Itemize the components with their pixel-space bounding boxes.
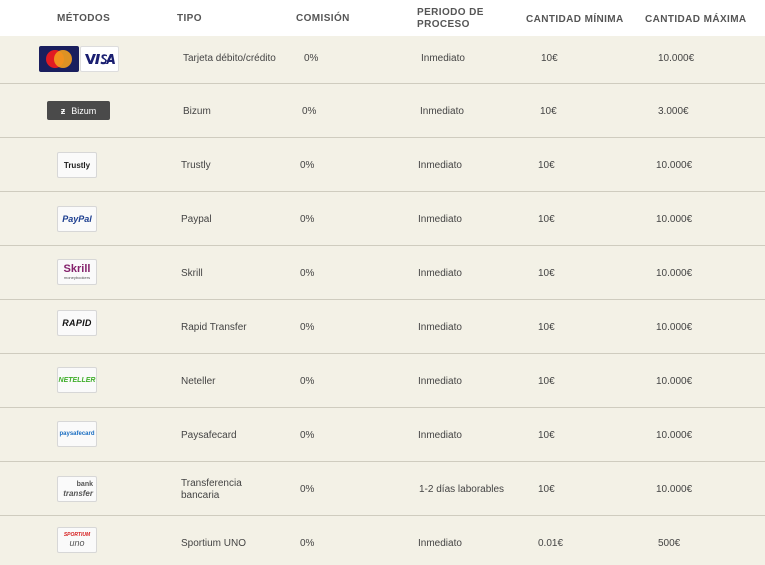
- paypal-logo: PayPal: [57, 206, 97, 232]
- min-cell: 10€: [540, 106, 557, 117]
- bizum-logo-text: Bizum: [71, 105, 97, 116]
- max-cell: 10.000€: [656, 484, 693, 495]
- periodo-cell: Inmediato: [420, 106, 464, 117]
- table-row: RAPID Rapid Transfer 0% Inmediato 10€ 10…: [0, 300, 765, 354]
- mastercard-visa-logo: [39, 46, 119, 72]
- periodo-cell: Inmediato: [418, 268, 462, 279]
- max-cell: 10.000€: [656, 430, 693, 441]
- tipo-cell: Neteller: [181, 376, 216, 387]
- table-row: Trustly Trustly 0% Inmediato 10€ 10.000€: [0, 138, 765, 192]
- max-cell: 10.000€: [656, 214, 693, 225]
- comision-cell: 0%: [300, 214, 315, 225]
- skrill-logo-sub: moneybookers: [63, 275, 91, 280]
- trustly-logo-text: Trustly: [63, 160, 91, 170]
- periodo-cell: Inmediato: [418, 214, 462, 225]
- bank-transfer-logo-text2: transfer: [63, 488, 93, 498]
- tipo-cell: Rapid Transfer: [181, 322, 247, 333]
- periodo-cell: Inmediato: [418, 160, 462, 171]
- table-row: NETELLER Neteller 0% Inmediato 10€ 10.00…: [0, 354, 765, 408]
- skrill-logo-text: Skrill: [63, 263, 91, 275]
- max-cell: 10.000€: [658, 53, 695, 64]
- paysafecard-logo: paysafecard: [57, 421, 97, 447]
- table-row: ƶ Bizum Bizum 0% Inmediato 10€ 3.000€: [0, 84, 765, 138]
- min-cell: 10€: [538, 430, 555, 441]
- periodo-cell: 1-2 días laborables: [419, 484, 505, 495]
- mastercard-icon: [39, 46, 79, 72]
- min-cell: 10€: [538, 484, 555, 495]
- trustly-logo: Trustly: [57, 152, 97, 178]
- min-cell: 0.01€: [538, 538, 564, 549]
- header-periodo-line2: PROCESO: [417, 19, 470, 30]
- header-tipo: TIPO: [177, 13, 202, 24]
- visa-wordmark: [84, 54, 115, 65]
- periodo-cell: Inmediato: [421, 53, 465, 64]
- periodo-cell: Inmediato: [418, 322, 462, 333]
- mastercard-circles: [46, 50, 72, 68]
- table-row: Tarjeta débito/crédito 0% Inmediato 10€ …: [0, 36, 765, 84]
- max-cell: 10.000€: [656, 376, 693, 387]
- tipo-cell: Trustly: [181, 160, 211, 171]
- comision-cell: 0%: [300, 430, 315, 441]
- min-cell: 10€: [538, 268, 555, 279]
- periodo-cell: Inmediato: [418, 538, 462, 549]
- skrill-logo: Skrill moneybookers: [57, 259, 97, 285]
- min-cell: 10€: [541, 53, 558, 64]
- max-cell: 10.000€: [656, 268, 693, 279]
- max-cell: 10.000€: [656, 322, 693, 333]
- rapid-logo: RAPID: [57, 310, 97, 336]
- periodo-cell: Inmediato: [418, 430, 462, 441]
- table-row: paysafecard Paysafecard 0% Inmediato 10€…: [0, 408, 765, 462]
- min-cell: 10€: [538, 160, 555, 171]
- tipo-cell: Paysafecard: [181, 430, 237, 441]
- tipo-cell: Tarjeta débito/crédito: [183, 53, 276, 64]
- bank-transfer-logo: bank transfer: [57, 476, 97, 502]
- tipo-cell: Paypal: [181, 214, 212, 225]
- header-comision: COMISIÓN: [296, 13, 350, 24]
- paypal-logo-text: PayPal: [62, 214, 92, 224]
- neteller-logo: NETELLER: [57, 367, 97, 393]
- paysafecard-logo-text: paysafecard: [59, 431, 95, 437]
- header-periodo-line1: PERIODO DE: [417, 7, 484, 18]
- min-cell: 10€: [538, 376, 555, 387]
- table-row: bank transfer Transferencia bancaria 0% …: [0, 462, 765, 516]
- neteller-logo-text: NETELLER: [58, 376, 96, 384]
- rapid-logo-text: RAPID: [62, 318, 92, 328]
- sportium-uno-logo: SPORTIUM uno: [57, 527, 97, 553]
- comision-cell: 0%: [300, 484, 315, 495]
- table-row: SPORTIUM uno Sportium UNO 0% Inmediato 0…: [0, 516, 765, 565]
- table-row: PayPal Paypal 0% Inmediato 10€ 10.000€: [0, 192, 765, 246]
- tipo-cell-line1: Transferencia: [181, 478, 242, 489]
- comision-cell: 0%: [300, 268, 315, 279]
- bank-transfer-logo-text1: bank: [76, 480, 93, 488]
- table-body: Tarjeta débito/crédito 0% Inmediato 10€ …: [0, 36, 765, 565]
- comision-cell: 0%: [300, 538, 315, 549]
- min-cell: 10€: [538, 322, 555, 333]
- max-cell: 3.000€: [658, 106, 689, 117]
- header-metodos: MÉTODOS: [57, 13, 111, 24]
- max-cell: 10.000€: [656, 160, 693, 171]
- table-header: MÉTODOS TIPO COMISIÓN PERIODO DE PROCESO…: [0, 0, 765, 36]
- max-cell: 500€: [658, 538, 681, 549]
- header-cantidad-minima: CANTIDAD MÍNIMA: [526, 14, 624, 25]
- tipo-cell: Sportium UNO: [181, 538, 247, 549]
- comision-cell: 0%: [304, 53, 319, 64]
- bizum-icon: ƶ: [60, 105, 66, 116]
- sportium-logo-text2: uno: [69, 538, 85, 548]
- table-row: Skrill moneybookers Skrill 0% Inmediato …: [0, 246, 765, 300]
- periodo-cell: Inmediato: [418, 376, 462, 387]
- min-cell: 10€: [538, 214, 555, 225]
- tipo-cell: Bizum: [183, 106, 211, 117]
- comision-cell: 0%: [302, 106, 317, 117]
- comision-cell: 0%: [300, 160, 315, 171]
- bizum-logo: ƶ Bizum: [47, 101, 110, 120]
- tipo-cell: Transferencia bancaria: [181, 478, 242, 502]
- tipo-cell: Skrill: [181, 268, 203, 279]
- header-cantidad-maxima: CANTIDAD MÁXIMA: [645, 14, 747, 25]
- header-periodo: PERIODO DE PROCESO: [417, 7, 484, 31]
- comision-cell: 0%: [300, 322, 315, 333]
- payment-methods-table: MÉTODOS TIPO COMISIÓN PERIODO DE PROCESO…: [0, 0, 765, 565]
- comision-cell: 0%: [300, 376, 315, 387]
- visa-icon: [80, 46, 119, 72]
- tipo-cell-line2: bancaria: [181, 490, 220, 501]
